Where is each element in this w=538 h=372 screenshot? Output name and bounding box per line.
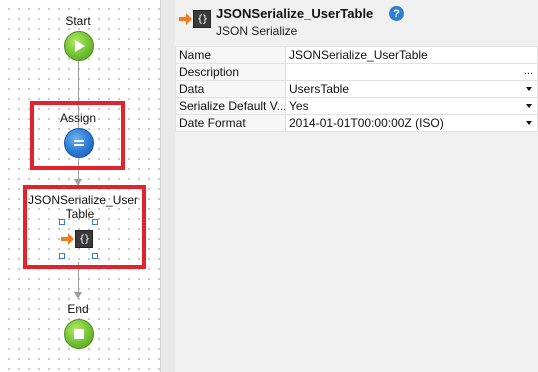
properties-subtitle: JSON Serialize	[216, 24, 298, 38]
property-row-serialize-default: Serialize Default V... Yes	[175, 97, 538, 115]
properties-header: {} JSONSerialize_UserTable ? JSON Serial…	[175, 0, 538, 44]
description-field[interactable]: ...	[285, 63, 538, 81]
assign-node[interactable]	[64, 128, 94, 158]
property-label: Data	[175, 80, 286, 98]
property-label: Description	[175, 63, 286, 81]
panel-divider[interactable]	[160, 0, 175, 372]
property-label: Serialize Default V...	[175, 97, 286, 115]
json-serialize-node[interactable]: {}	[61, 230, 93, 248]
selection-handle[interactable]	[92, 253, 98, 259]
name-field[interactable]: JSONSerialize_UserTable	[285, 46, 538, 64]
property-row-description: Description ...	[175, 63, 538, 81]
properties-panel: {} JSONSerialize_UserTable ? JSON Serial…	[175, 0, 538, 372]
stop-icon	[74, 329, 84, 339]
property-value: JSONSerialize_UserTable	[289, 48, 428, 62]
property-value: 2014-01-01T00:00:00Z (ISO)	[289, 116, 444, 130]
chevron-down-icon[interactable]	[526, 104, 532, 108]
selection-handle[interactable]	[59, 253, 65, 259]
end-node-label: End	[67, 302, 89, 316]
ellipsis-button[interactable]: ...	[524, 65, 533, 77]
serialize-default-dropdown[interactable]: Yes	[285, 97, 538, 115]
chevron-down-icon[interactable]	[526, 121, 532, 125]
arrow-right-icon	[179, 13, 192, 25]
json-serialize-icon: {}	[193, 10, 211, 28]
end-node[interactable]	[64, 319, 94, 349]
json-serialize-node-label: JSONSerialize_User Table	[28, 193, 139, 221]
equals-icon	[74, 140, 84, 146]
json-serialize-element-icon: {}	[179, 10, 211, 28]
properties-table: Name JSONSerialize_UserTable Description…	[175, 46, 538, 132]
json-serialize-icon: {}	[75, 230, 93, 248]
start-node[interactable]	[64, 31, 94, 61]
data-dropdown[interactable]: UsersTable	[285, 80, 538, 98]
selection-handle[interactable]	[59, 219, 65, 225]
selection-handle[interactable]	[92, 219, 98, 225]
property-row-date-format: Date Format 2014-01-01T00:00:00Z (ISO)	[175, 114, 538, 132]
date-format-dropdown[interactable]: 2014-01-01T00:00:00Z (ISO)	[285, 114, 538, 132]
chevron-down-icon[interactable]	[526, 87, 532, 91]
property-row-name: Name JSONSerialize_UserTable	[175, 46, 538, 64]
assign-node-label: Assign	[59, 111, 97, 125]
play-icon	[75, 40, 85, 52]
property-value: UsersTable	[289, 82, 350, 96]
property-value: Yes	[289, 99, 309, 113]
property-label: Date Format	[175, 114, 286, 132]
properties-title: JSONSerialize_UserTable	[216, 6, 374, 21]
property-label: Name	[175, 46, 286, 64]
connector-arrow	[74, 292, 82, 299]
flow-canvas[interactable]: Start Assign JSONSerialize_User Table {}…	[0, 0, 160, 372]
help-icon[interactable]: ?	[389, 6, 404, 21]
arrow-right-icon	[61, 233, 74, 245]
start-node-label: Start	[65, 14, 91, 28]
property-row-data: Data UsersTable	[175, 80, 538, 98]
